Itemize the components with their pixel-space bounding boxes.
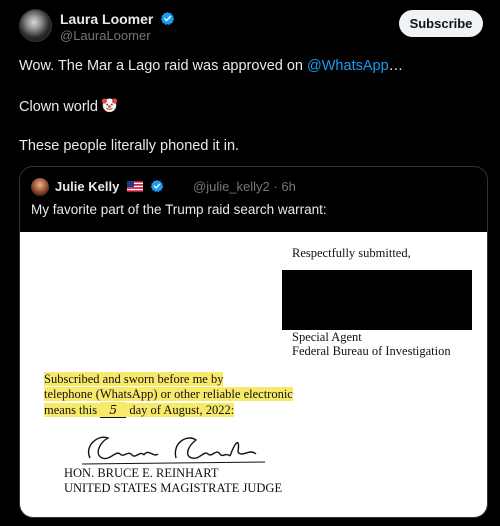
- author-name-row[interactable]: Laura Loomer: [60, 11, 175, 29]
- avatar[interactable]: [19, 9, 52, 42]
- post-line-1: Wow. The Mar a Lago raid was approved on…: [19, 56, 479, 76]
- post-header: Laura Loomer @LauraLoomer Subscribe: [19, 9, 489, 45]
- quoted-post-header: Julie Kelly @julie_kelly2 · 6h: [31, 178, 471, 196]
- subscribe-button[interactable]: Subscribe: [399, 10, 483, 37]
- post-line-2-text: Clown world: [19, 99, 98, 115]
- post-line-2: Clown world: [19, 96, 479, 116]
- quoted-author-name[interactable]: Julie Kelly: [55, 179, 119, 194]
- sworn-line-1: Subscribed and sworn before me by: [44, 372, 224, 387]
- sworn-line-2: telephone (WhatsApp) or other reliable e…: [44, 387, 293, 402]
- author-handle[interactable]: @LauraLoomer: [60, 28, 151, 43]
- agency-name: Federal Bureau of Investigation: [292, 344, 451, 358]
- post-line-1-ellipsis: …: [388, 58, 404, 74]
- meta-separator: ·: [269, 179, 282, 194]
- sworn-line-3: means this 5 day of August, 2022:: [44, 402, 235, 418]
- author-name[interactable]: Laura Loomer: [60, 11, 153, 27]
- us-flag-icon: [126, 180, 143, 195]
- agent-title: Special Agent: [292, 330, 362, 344]
- quoted-meta: @julie_kelly2 · 6h: [193, 179, 296, 194]
- post-text: Wow. The Mar a Lago raid was approved on…: [19, 56, 479, 156]
- quoted-author-handle[interactable]: @julie_kelly2: [193, 179, 270, 194]
- redaction-block: [282, 270, 472, 330]
- quoted-avatar[interactable]: [31, 178, 49, 196]
- sworn-line-3-end: day of August, 2022:: [126, 403, 235, 417]
- quoted-text: My favorite part of the Trump raid searc…: [31, 202, 327, 217]
- mention-link[interactable]: @WhatsApp: [307, 58, 389, 74]
- judge-name: HON. BRUCE E. REINHART: [64, 466, 219, 480]
- quoted-author-name-row[interactable]: Julie Kelly: [55, 179, 164, 196]
- post-line-1-text: Wow. The Mar a Lago raid was approved on: [19, 58, 308, 74]
- warrant-document-image[interactable]: Respectfully submitted, Special Agent Fe…: [20, 232, 487, 517]
- clown-icon: [101, 96, 118, 119]
- quoted-timestamp[interactable]: 6h: [281, 179, 295, 194]
- judge-title: UNITED STATES MAGISTRATE JUDGE: [64, 481, 283, 495]
- sworn-line-3-start: means this: [44, 403, 101, 417]
- quoted-post[interactable]: Julie Kelly @julie_kelly2 · 6h My favori…: [19, 166, 488, 518]
- verified-icon: [150, 179, 164, 196]
- sworn-day: 5: [100, 402, 127, 418]
- respectfully-submitted: Respectfully submitted,: [292, 246, 411, 260]
- post-line-3: These people literally phoned it in.: [19, 138, 240, 154]
- verified-icon: [160, 11, 175, 29]
- sworn-line-2-text: telephone (WhatsApp) or other reliable e…: [44, 387, 293, 401]
- sworn-line-1-text: Subscribed and sworn before me by: [44, 372, 224, 386]
- judge-signature: [81, 436, 266, 465]
